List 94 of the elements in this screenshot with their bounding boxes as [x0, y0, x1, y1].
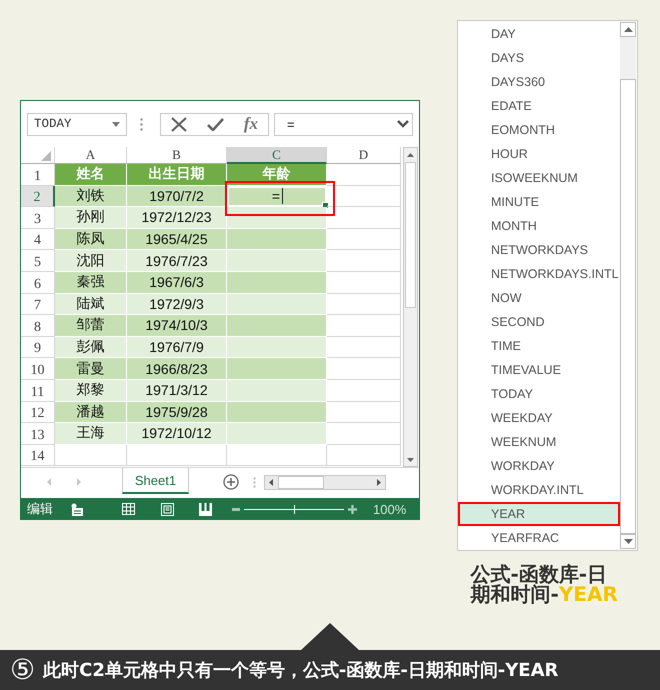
list-scrollbar[interactable]	[620, 22, 636, 549]
table-cell: 1966/8/23	[127, 358, 227, 380]
step-number: ⑤	[10, 656, 36, 684]
column-header[interactable]: D	[327, 147, 401, 164]
function-list-item[interactable]: DAY	[458, 22, 620, 46]
column-header[interactable]: A	[55, 147, 127, 164]
table-cell: 1971/3/12	[127, 380, 227, 402]
table-cell: 1965/4/25	[127, 228, 227, 250]
table-cell: 彭佩	[55, 336, 127, 358]
function-list-item[interactable]: WEEKDAY	[458, 406, 620, 430]
macro-record-icon[interactable]	[71, 502, 84, 516]
table-cell: 刘铁	[55, 186, 127, 208]
table-cell: 1976/7/9	[127, 336, 227, 358]
page-break-icon[interactable]	[199, 502, 212, 516]
zoom-level[interactable]: 100%	[373, 502, 406, 516]
row-header[interactable]: 10	[21, 358, 55, 380]
expand-chevron-icon[interactable]	[397, 120, 409, 128]
caption-text: 公式-函数库-日期和时间-YEAR	[470, 564, 619, 604]
table-cell: 1976/7/23	[127, 250, 227, 272]
function-list-item[interactable]: HOUR	[458, 142, 620, 166]
zoom-in-icon[interactable]	[348, 504, 357, 514]
column-title: 出生日期	[127, 164, 227, 186]
row-header[interactable]: 4	[21, 228, 55, 250]
table-cell: 孙刚	[55, 207, 127, 229]
sheet-tab[interactable]: Sheet1	[122, 468, 189, 494]
cancel-icon[interactable]	[170, 116, 187, 132]
footer-text: 此时C2单元格中只有一个等号，公式-函数库-日期和时间-YEAR	[43, 659, 558, 682]
table-cell: 1972/9/3	[127, 294, 227, 316]
zoom-out-icon[interactable]	[232, 508, 240, 510]
check-icon[interactable]	[206, 118, 224, 130]
function-list-item[interactable]: TIME	[458, 334, 620, 358]
table-cell: 陆斌	[55, 294, 127, 316]
function-list-item[interactable]: WORKDAY	[458, 454, 620, 478]
table-cell: 1972/10/12	[127, 423, 227, 445]
row-header[interactable]: 6	[21, 272, 55, 294]
row-header[interactable]: 5	[21, 250, 55, 272]
table-cell: 潘越	[55, 402, 127, 424]
row-header[interactable]: 2	[21, 186, 55, 208]
formula-input[interactable]: =	[274, 112, 413, 136]
row-header[interactable]: 11	[21, 380, 55, 402]
column-title: 姓名	[55, 164, 127, 186]
row-header[interactable]: 3	[21, 207, 55, 229]
row-header[interactable]: 7	[21, 294, 55, 316]
dropdown-caret-icon[interactable]	[112, 122, 120, 126]
row-header[interactable]: 1	[21, 164, 55, 186]
add-sheet-icon[interactable]	[223, 474, 239, 490]
row-header[interactable]: 13	[21, 423, 55, 445]
function-list-item[interactable]: MONTH	[458, 214, 620, 238]
table-cell: 1975/9/28	[127, 402, 227, 424]
table-cell: 秦强	[55, 272, 127, 294]
row-header[interactable]: 12	[21, 402, 55, 424]
table-cell: 雷曼	[55, 358, 127, 380]
function-list-item[interactable]: NETWORKDAYS	[458, 238, 620, 262]
name-box[interactable]: TODAY	[27, 112, 127, 136]
function-list-item[interactable]: ISOWEEKNUM	[458, 166, 620, 190]
table-cell: 1967/6/3	[127, 272, 227, 294]
vertical-scrollbar[interactable]	[403, 147, 418, 467]
active-cell[interactable]: =	[227, 186, 327, 208]
status-mode: 编辑	[27, 500, 53, 518]
table-cell: 1970/7/2	[127, 186, 227, 208]
normal-view-icon[interactable]	[122, 503, 135, 515]
column-header[interactable]: C	[227, 147, 327, 164]
table-cell: 邹蕾	[55, 315, 127, 337]
function-list-item[interactable]: MINUTE	[458, 190, 620, 214]
more-options-icon[interactable]	[140, 118, 143, 130]
row-header[interactable]: 9	[21, 336, 55, 358]
function-list-item[interactable]: NETWORKDAYS.INTL	[458, 262, 620, 286]
function-list-item[interactable]: YEARFRAC	[458, 526, 620, 550]
page-layout-icon[interactable]	[161, 502, 174, 516]
scroll-down-icon[interactable]	[624, 539, 632, 544]
function-list-item[interactable]: EDATE	[458, 94, 620, 118]
horizontal-scrollbar[interactable]	[264, 474, 386, 490]
table-cell: 沈阳	[55, 250, 127, 272]
row-header[interactable]: 8	[21, 315, 55, 337]
function-list-item[interactable]: DAYS360	[458, 70, 620, 94]
column-header[interactable]: B	[127, 147, 227, 164]
function-list-item[interactable]: YEAR	[458, 502, 620, 526]
function-list-item[interactable]: WEEKNUM	[458, 430, 620, 454]
insert-function-button[interactable]: fx	[244, 114, 258, 134]
function-list-item[interactable]: WORKDAY.INTL	[458, 478, 620, 502]
row-header[interactable]: 14	[21, 444, 55, 466]
table-cell: 王海	[55, 423, 127, 445]
table-cell: 陈凤	[55, 228, 127, 250]
scroll-up-icon[interactable]	[624, 27, 632, 32]
column-title: 年龄	[227, 164, 327, 186]
function-list-item[interactable]: SECOND	[458, 310, 620, 334]
table-cell: 1974/10/3	[127, 315, 227, 337]
function-list-item[interactable]: EOMONTH	[458, 118, 620, 142]
table-cell: 1972/12/23	[127, 207, 227, 229]
function-list-item[interactable]: TIMEVALUE	[458, 358, 620, 382]
function-list-item[interactable]: TODAY	[458, 382, 620, 406]
function-list-item[interactable]: DAYS	[458, 46, 620, 70]
function-list-item[interactable]: NOW	[458, 286, 620, 310]
table-cell: 郑黎	[55, 380, 127, 402]
